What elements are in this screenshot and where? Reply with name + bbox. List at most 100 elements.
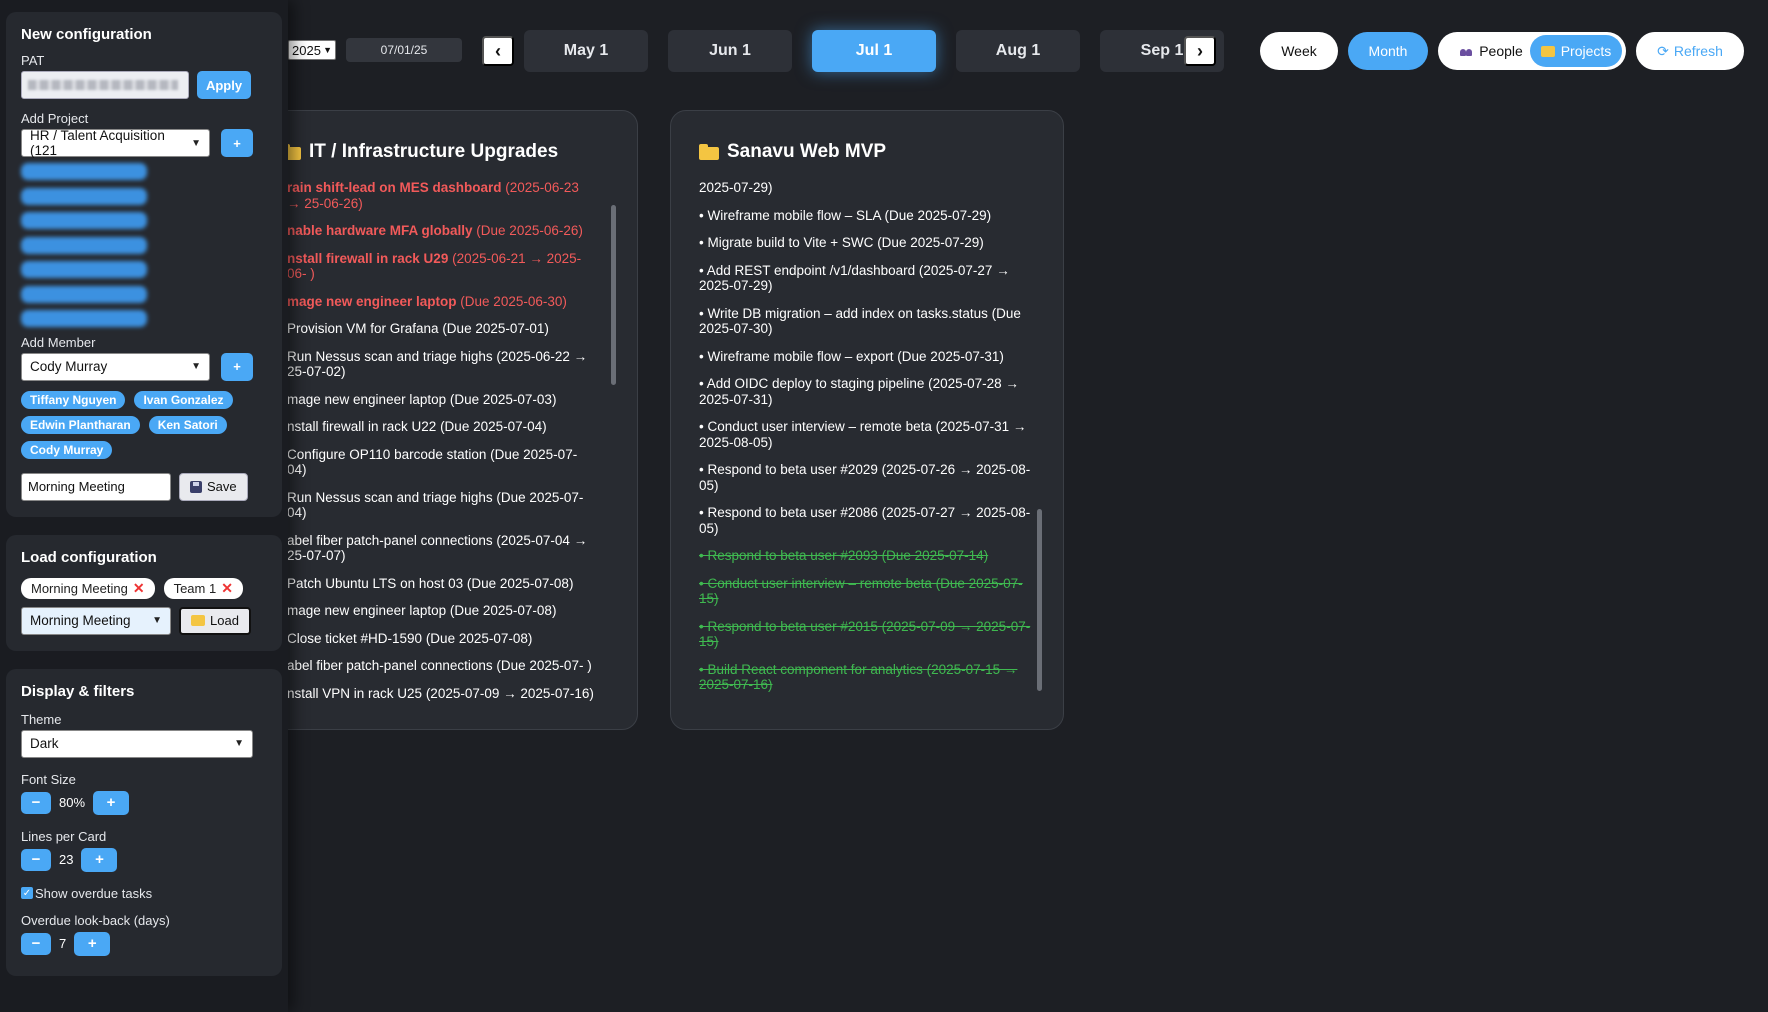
month-tab-may[interactable]: May 1 bbox=[524, 30, 648, 72]
date-input[interactable]: 07/01/25 bbox=[346, 38, 462, 62]
lines-increase-button[interactable]: + bbox=[81, 847, 118, 872]
lookback-value: 7 bbox=[59, 936, 67, 951]
lines-decrease-button[interactable]: − bbox=[21, 848, 51, 871]
lookback-decrease-button[interactable]: − bbox=[21, 932, 51, 955]
task-item[interactable]: rain shift-lead on MES dashboard (2025-0… bbox=[287, 180, 595, 211]
task-title: mage new engineer laptop bbox=[287, 391, 447, 407]
task-date: 2025-07-29) bbox=[699, 180, 773, 195]
lines-value: 23 bbox=[59, 852, 74, 867]
task-item[interactable]: nstall firewall in rack U29 (2025-06-21 … bbox=[287, 251, 595, 282]
project-item-redacted[interactable] bbox=[21, 163, 147, 180]
member-chip[interactable]: Ivan Gonzalez bbox=[134, 390, 233, 409]
task-date: (2025-07-20 bbox=[923, 705, 1001, 706]
task-item[interactable]: abel fiber patch-panel connections (2025… bbox=[287, 533, 595, 564]
task-item[interactable]: nstall firewall in rack U22 (Due 2025-07… bbox=[287, 419, 595, 435]
task-item[interactable]: • Write DB migration – add index on task… bbox=[699, 306, 1033, 337]
project-item-redacted[interactable] bbox=[21, 212, 147, 229]
task-item[interactable]: Run Nessus scan and triage highs (2025-0… bbox=[287, 349, 595, 380]
card-scrollbar[interactable] bbox=[1037, 509, 1042, 691]
project-item-redacted[interactable] bbox=[21, 310, 147, 327]
save-button[interactable]: Save bbox=[179, 472, 248, 501]
saved-config-chip[interactable]: Team 1 ✕ bbox=[163, 577, 243, 599]
lookback-increase-button[interactable]: + bbox=[74, 931, 111, 956]
new-config-title: New configuration bbox=[21, 26, 152, 43]
card-scrollbar[interactable] bbox=[611, 205, 616, 385]
task-item[interactable]: Run Nessus scan and triage highs (Due 20… bbox=[287, 490, 595, 521]
refresh-button[interactable]: ⟳ Refresh bbox=[1636, 32, 1744, 70]
project-item-redacted[interactable] bbox=[21, 236, 147, 254]
member-select[interactable]: Cody Murray ▼ bbox=[21, 352, 210, 381]
task-item[interactable]: nstall VPN in rack U25 (2025-07-09 → 202… bbox=[287, 686, 595, 702]
people-toggle[interactable]: People bbox=[1446, 35, 1536, 67]
task-item[interactable]: • Add REST endpoint /v1/dashboard (2025-… bbox=[699, 263, 1033, 294]
theme-select-value: Dark bbox=[30, 736, 59, 751]
task-item[interactable]: Close ticket #HD-1590 (Due 2025-07-08) bbox=[287, 631, 595, 647]
load-config-select[interactable]: Morning Meeting ▼ bbox=[21, 606, 171, 635]
project-card-sanavu-web-mvp: Sanavu Web MVP 2025-07-29) • Wireframe mo… bbox=[670, 110, 1064, 730]
member-chip[interactable]: Cody Murray bbox=[21, 440, 113, 459]
prev-month-button[interactable]: ‹ bbox=[482, 36, 514, 66]
task-date: (Due 2025-07-31) bbox=[893, 348, 1004, 364]
project-card-title: IT / Infrastructure Upgrades bbox=[281, 141, 558, 163]
task-item[interactable]: • Add OIDC deploy to staging pipeline (2… bbox=[699, 376, 1033, 407]
member-chip[interactable]: Edwin Plantharan bbox=[21, 415, 140, 434]
year-select[interactable]: 2025 ▼ bbox=[288, 40, 336, 60]
task-item[interactable]: 2025-07-29) bbox=[699, 180, 1033, 196]
apply-button[interactable]: Apply bbox=[197, 71, 251, 99]
member-chip[interactable]: Tiffany Nguyen bbox=[21, 390, 126, 409]
task-item[interactable]: • Conduct user interview – remote beta (… bbox=[699, 576, 1033, 607]
project-item-redacted[interactable] bbox=[21, 187, 147, 205]
task-item[interactable]: Configure OP110 barcode station (Due 202… bbox=[287, 447, 595, 478]
close-icon[interactable]: ✕ bbox=[221, 580, 233, 597]
task-item[interactable]: • Build React component for analytics (2… bbox=[699, 705, 1033, 706]
year-select-value: 2025 bbox=[292, 42, 321, 58]
folder-icon bbox=[1540, 45, 1555, 57]
task-item[interactable]: mage new engineer laptop (Due 2025-07-08… bbox=[287, 603, 595, 619]
task-item[interactable]: abel fiber patch-panel connections (Due … bbox=[287, 658, 595, 674]
task-date: (Due 2025-07-29) bbox=[873, 235, 984, 250]
task-item[interactable]: • Respond to beta user #2029 (2025-07-26… bbox=[699, 462, 1033, 493]
config-name-input[interactable]: Morning Meeting bbox=[21, 472, 171, 501]
task-item[interactable]: mage new engineer laptop (Due 2025-06-30… bbox=[287, 294, 595, 310]
project-select[interactable]: HR / Talent Acquisition (121 ▼ bbox=[21, 128, 210, 158]
month-view-button[interactable]: Month bbox=[1348, 32, 1428, 70]
task-item[interactable]: • Wireframe mobile flow – SLA (Due 2025-… bbox=[699, 208, 1033, 224]
member-chip[interactable]: Ken Satori bbox=[148, 415, 227, 434]
pat-input[interactable] bbox=[21, 71, 189, 99]
projects-toggle[interactable]: Projects bbox=[1530, 35, 1622, 67]
task-item[interactable]: • Wireframe mobile flow – export (Due 20… bbox=[699, 349, 1033, 365]
task-item[interactable]: • Respond to beta user #2015 (2025-07-09… bbox=[699, 619, 1033, 650]
refresh-label: Refresh bbox=[1673, 43, 1723, 59]
add-project-button[interactable]: + bbox=[221, 129, 253, 157]
task-item[interactable]: nable hardware MFA globally (Due 2025-06… bbox=[287, 223, 595, 239]
chevron-down-icon: ▼ bbox=[191, 137, 201, 149]
close-icon[interactable]: ✕ bbox=[133, 580, 145, 597]
theme-select[interactable]: Dark ▼ bbox=[21, 729, 253, 758]
add-member-button[interactable]: + bbox=[221, 352, 253, 381]
show-overdue-checkbox[interactable]: ✓ Show overdue tasks bbox=[21, 886, 267, 901]
save-icon bbox=[190, 480, 202, 493]
month-tab-jul[interactable]: Jul 1 bbox=[812, 30, 936, 72]
project-item-redacted[interactable] bbox=[21, 261, 147, 278]
task-item[interactable]: • Build React component for analytics (2… bbox=[699, 662, 1033, 693]
load-config-panel: Load configuration Morning Meeting ✕ Tea… bbox=[6, 534, 282, 651]
task-item[interactable]: Provision VM for Grafana (Due 2025-07-01… bbox=[287, 321, 595, 337]
task-item[interactable]: • Respond to beta user #2093 (Due 2025-0… bbox=[699, 548, 1033, 564]
font-size-decrease-button[interactable]: − bbox=[21, 791, 51, 814]
display-filters-panel: Display & filters Theme Dark ▼ Font Size… bbox=[6, 668, 282, 976]
load-button[interactable]: Load bbox=[179, 606, 251, 635]
font-size-increase-button[interactable]: + bbox=[93, 790, 130, 815]
task-item[interactable]: mage new engineer laptop (Due 2025-07-03… bbox=[287, 392, 595, 408]
task-title: nstall firewall in rack U29 bbox=[287, 250, 449, 266]
task-title: mage new engineer laptop bbox=[287, 293, 457, 309]
month-tab-jun[interactable]: Jun 1 bbox=[668, 30, 792, 72]
month-tab-aug[interactable]: Aug 1 bbox=[956, 30, 1080, 72]
task-item[interactable]: Patch Ubuntu LTS on host 03 (Due 2025-07… bbox=[287, 576, 595, 592]
next-month-button[interactable]: › bbox=[1184, 36, 1216, 66]
week-view-button[interactable]: Week bbox=[1260, 32, 1338, 70]
project-item-redacted[interactable] bbox=[21, 285, 147, 303]
task-item[interactable]: • Migrate build to Vite + SWC (Due 2025-… bbox=[699, 235, 1033, 251]
task-item[interactable]: • Respond to beta user #2086 (2025-07-27… bbox=[699, 505, 1033, 536]
task-item[interactable]: • Conduct user interview – remote beta (… bbox=[699, 419, 1033, 450]
saved-config-chip[interactable]: Morning Meeting ✕ bbox=[21, 577, 155, 599]
